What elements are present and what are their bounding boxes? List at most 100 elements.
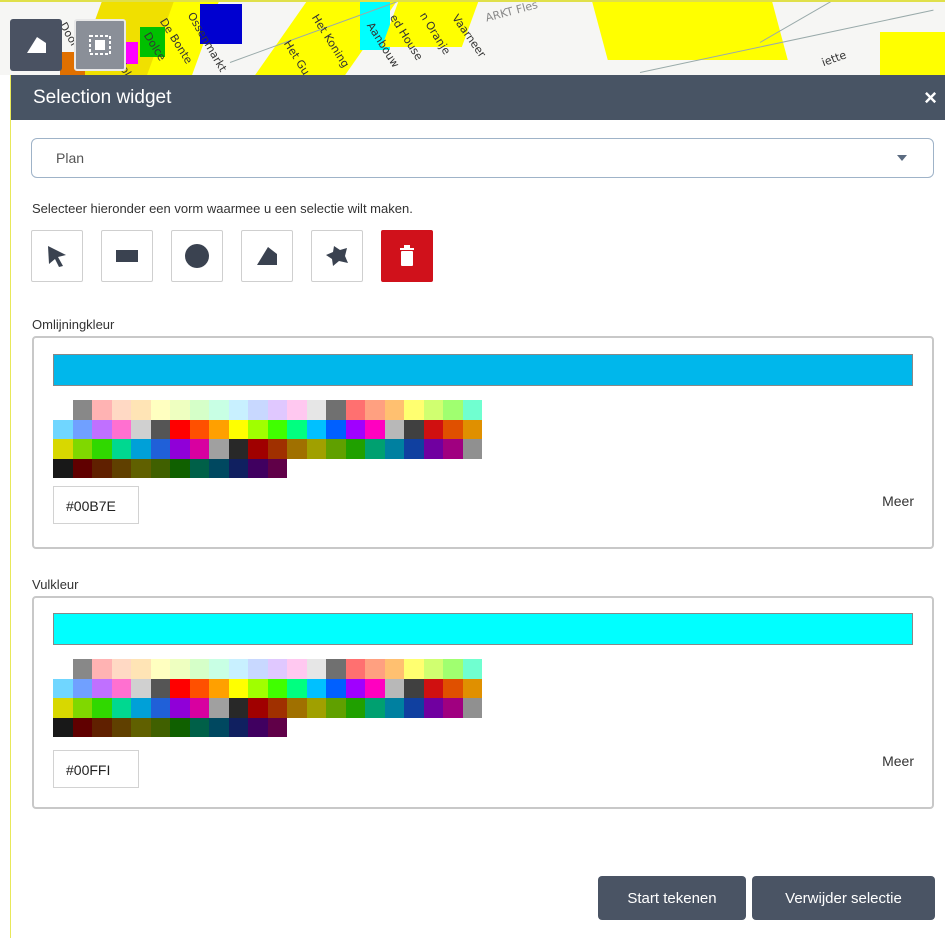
color-swatch[interactable] xyxy=(287,678,307,698)
color-swatch[interactable] xyxy=(345,400,365,420)
color-swatch[interactable] xyxy=(306,400,326,420)
color-swatch[interactable] xyxy=(170,678,190,698)
rectangle-tool-button[interactable] xyxy=(101,230,153,282)
color-swatch[interactable] xyxy=(365,439,385,459)
draw-tool-button[interactable] xyxy=(10,19,62,71)
color-swatch[interactable] xyxy=(170,419,190,439)
color-swatch[interactable] xyxy=(228,659,248,679)
color-swatch[interactable] xyxy=(287,400,307,420)
color-swatch[interactable] xyxy=(92,458,112,478)
color-swatch[interactable] xyxy=(209,659,229,679)
color-swatch[interactable] xyxy=(131,400,151,420)
close-icon[interactable]: × xyxy=(924,85,937,111)
color-swatch[interactable] xyxy=(287,439,307,459)
color-swatch[interactable] xyxy=(462,419,482,439)
color-swatch[interactable] xyxy=(170,458,190,478)
color-swatch[interactable] xyxy=(404,659,424,679)
color-swatch[interactable] xyxy=(209,419,229,439)
color-swatch[interactable] xyxy=(404,678,424,698)
color-swatch[interactable] xyxy=(267,458,287,478)
color-swatch[interactable] xyxy=(228,678,248,698)
color-swatch[interactable] xyxy=(365,678,385,698)
color-swatch[interactable] xyxy=(287,419,307,439)
color-swatch[interactable] xyxy=(267,698,287,718)
color-swatch[interactable] xyxy=(150,698,170,718)
color-swatch[interactable] xyxy=(170,698,190,718)
color-swatch[interactable] xyxy=(92,717,112,737)
color-swatch[interactable] xyxy=(423,419,443,439)
color-swatch[interactable] xyxy=(150,659,170,679)
color-swatch[interactable] xyxy=(306,419,326,439)
color-swatch[interactable] xyxy=(404,439,424,459)
color-swatch[interactable] xyxy=(131,698,151,718)
color-swatch[interactable] xyxy=(287,659,307,679)
color-swatch[interactable] xyxy=(189,678,209,698)
color-swatch[interactable] xyxy=(404,698,424,718)
color-swatch[interactable] xyxy=(72,439,92,459)
color-swatch[interactable] xyxy=(384,659,404,679)
color-swatch[interactable] xyxy=(365,659,385,679)
color-swatch[interactable] xyxy=(306,659,326,679)
color-swatch[interactable] xyxy=(189,439,209,459)
color-swatch[interactable] xyxy=(170,400,190,420)
color-swatch[interactable] xyxy=(423,659,443,679)
color-swatch[interactable] xyxy=(267,678,287,698)
color-swatch[interactable] xyxy=(228,458,248,478)
color-swatch[interactable] xyxy=(189,458,209,478)
color-swatch[interactable] xyxy=(131,458,151,478)
color-swatch[interactable] xyxy=(72,419,92,439)
color-swatch[interactable] xyxy=(209,458,229,478)
color-swatch[interactable] xyxy=(92,419,112,439)
polygon-tool-button[interactable] xyxy=(241,230,293,282)
color-swatch[interactable] xyxy=(72,659,92,679)
color-swatch[interactable] xyxy=(345,419,365,439)
color-swatch[interactable] xyxy=(384,419,404,439)
color-swatch[interactable] xyxy=(189,717,209,737)
color-swatch[interactable] xyxy=(423,698,443,718)
freehand-tool-button[interactable] xyxy=(311,230,363,282)
color-swatch[interactable] xyxy=(72,400,92,420)
pointer-tool-button[interactable] xyxy=(31,230,83,282)
color-swatch[interactable] xyxy=(228,698,248,718)
color-swatch[interactable] xyxy=(267,439,287,459)
color-swatch[interactable] xyxy=(248,439,268,459)
color-swatch[interactable] xyxy=(111,659,131,679)
color-swatch[interactable] xyxy=(111,419,131,439)
color-swatch[interactable] xyxy=(209,717,229,737)
delete-tool-button[interactable] xyxy=(381,230,433,282)
color-swatch[interactable] xyxy=(345,678,365,698)
color-swatch[interactable] xyxy=(443,678,463,698)
color-swatch[interactable] xyxy=(92,400,112,420)
color-swatch[interactable] xyxy=(92,659,112,679)
color-swatch[interactable] xyxy=(345,698,365,718)
color-swatch[interactable] xyxy=(131,419,151,439)
color-swatch[interactable] xyxy=(267,419,287,439)
color-swatch[interactable] xyxy=(248,678,268,698)
color-swatch[interactable] xyxy=(267,717,287,737)
outline-hex-input[interactable]: #00B7E xyxy=(53,486,139,524)
color-swatch[interactable] xyxy=(443,659,463,679)
color-swatch[interactable] xyxy=(248,717,268,737)
color-swatch[interactable] xyxy=(404,419,424,439)
color-swatch[interactable] xyxy=(326,659,346,679)
color-swatch[interactable] xyxy=(462,659,482,679)
color-swatch[interactable] xyxy=(53,717,73,737)
color-swatch[interactable] xyxy=(72,717,92,737)
color-swatch[interactable] xyxy=(189,659,209,679)
color-swatch[interactable] xyxy=(150,678,170,698)
color-swatch[interactable] xyxy=(423,400,443,420)
selection-tool-button[interactable] xyxy=(74,19,126,71)
color-swatch[interactable] xyxy=(462,400,482,420)
color-swatch[interactable] xyxy=(111,439,131,459)
color-swatch[interactable] xyxy=(209,698,229,718)
color-swatch[interactable] xyxy=(131,678,151,698)
color-swatch[interactable] xyxy=(384,698,404,718)
color-swatch[interactable] xyxy=(345,439,365,459)
color-swatch[interactable] xyxy=(423,439,443,459)
color-swatch[interactable] xyxy=(111,458,131,478)
color-swatch[interactable] xyxy=(384,678,404,698)
color-swatch[interactable] xyxy=(228,717,248,737)
outline-more-link[interactable]: Meer xyxy=(882,493,914,509)
color-swatch[interactable] xyxy=(267,659,287,679)
color-swatch[interactable] xyxy=(365,400,385,420)
